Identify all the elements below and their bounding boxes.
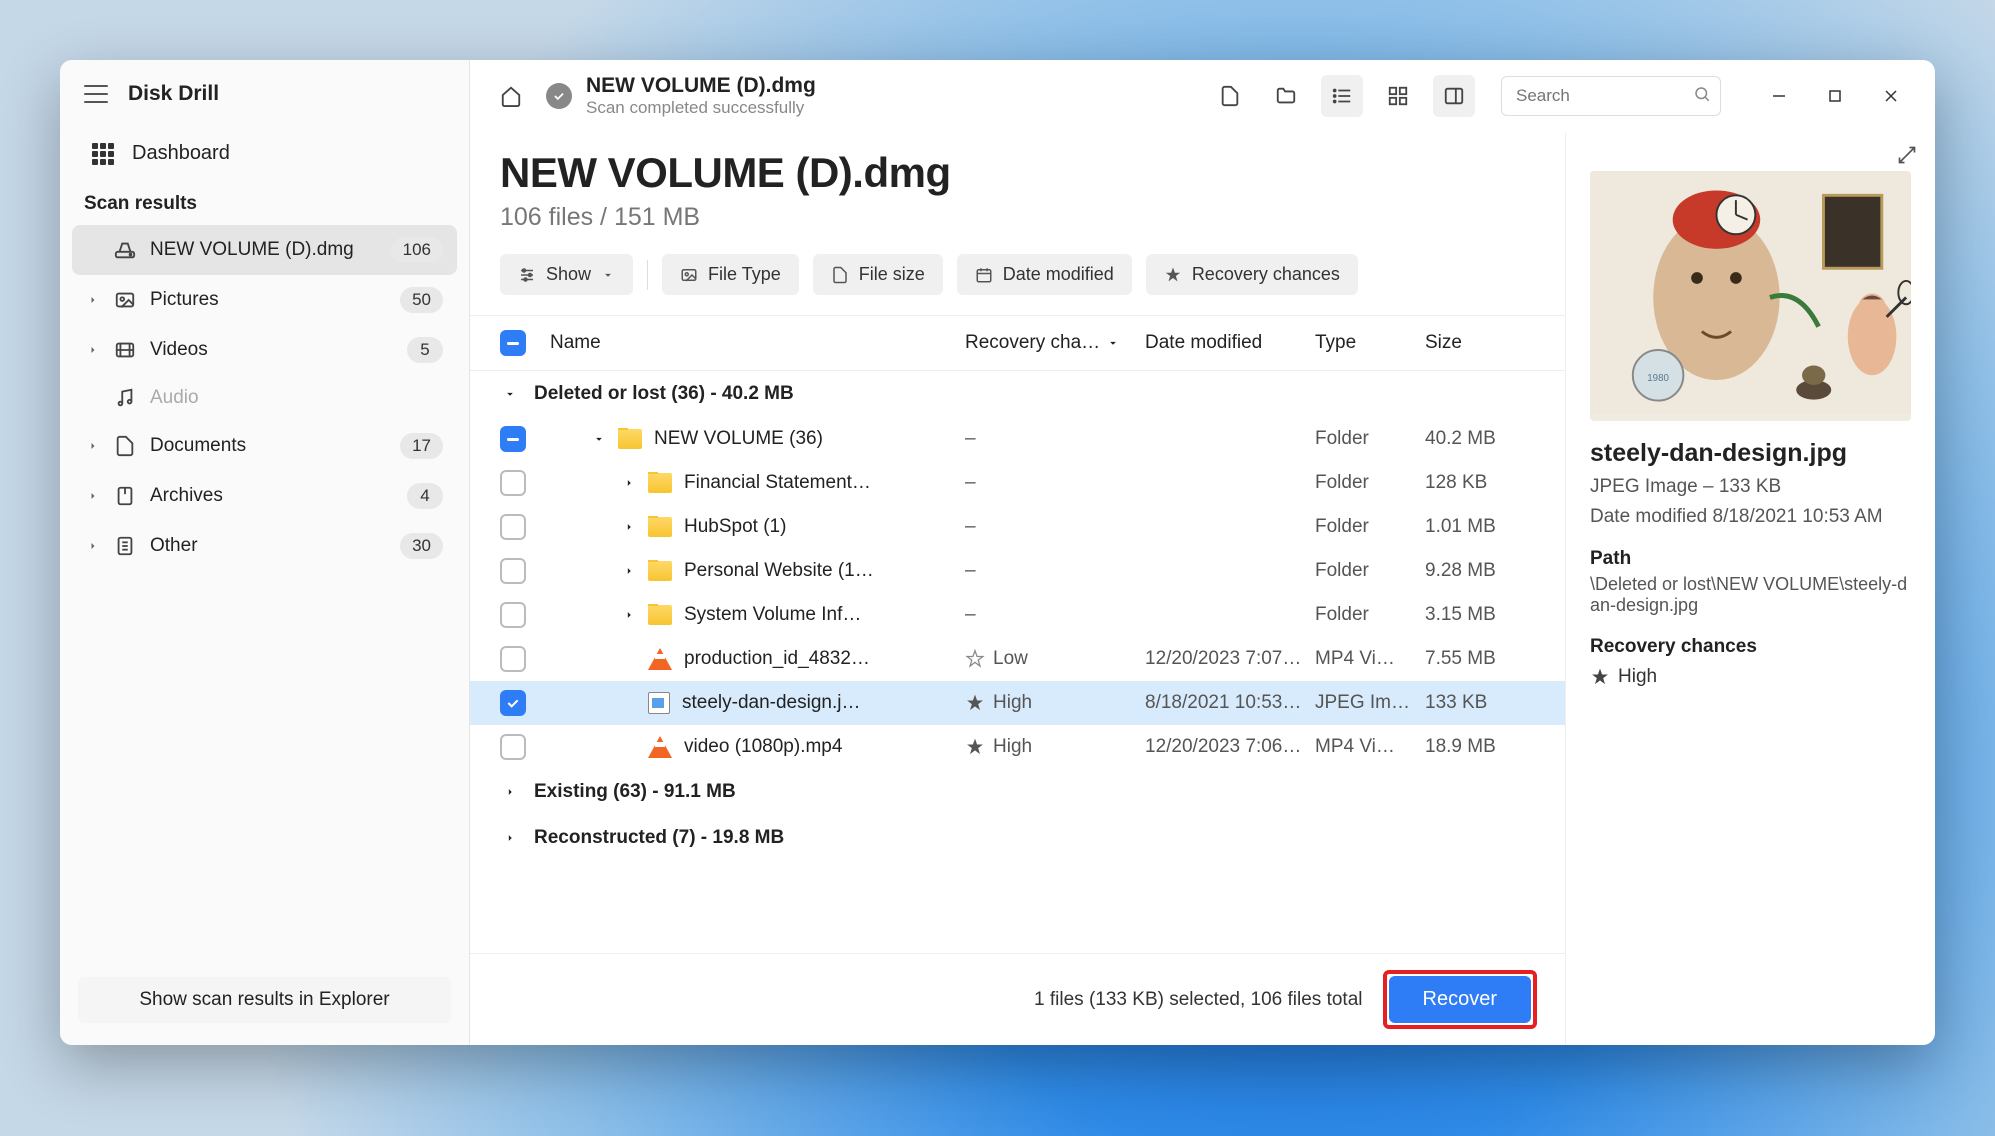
sidebar-item-videos[interactable]: Videos5 bbox=[72, 325, 457, 375]
group-deleted[interactable]: Deleted or lost (36) - 40.2 MB bbox=[500, 371, 1535, 417]
file-tree: Deleted or lost (36) - 40.2 MB NEW VOLUM… bbox=[470, 371, 1565, 953]
row-checkbox[interactable] bbox=[500, 514, 526, 540]
audio-icon bbox=[114, 387, 136, 409]
topbar-title: NEW VOLUME (D).dmg bbox=[586, 74, 816, 98]
preview-title: steely-dan-design.jpg bbox=[1590, 439, 1911, 468]
main-panel: NEW VOLUME (D).dmg Scan completed succes… bbox=[470, 60, 1935, 1045]
volume-title: NEW VOLUME (D).dmg bbox=[500, 149, 1535, 197]
menu-icon[interactable] bbox=[84, 85, 108, 103]
minimize-button[interactable] bbox=[1755, 75, 1803, 117]
file-row[interactable]: video (1080p).mp4High12/20/2023 7:06…MP4… bbox=[500, 725, 1535, 769]
sidebar-item-new-volume-d-dmg[interactable]: NEW VOLUME (D).dmg106 bbox=[72, 225, 457, 275]
group-reconstructed[interactable]: Reconstructed (7) - 19.8 MB bbox=[500, 815, 1535, 861]
folder-icon[interactable] bbox=[1265, 75, 1307, 117]
app-window: Disk Drill Dashboard Scan results NEW VO… bbox=[60, 60, 1935, 1045]
topbar: NEW VOLUME (D).dmg Scan completed succes… bbox=[470, 60, 1935, 133]
row-checkbox[interactable] bbox=[500, 558, 526, 584]
doc-icon bbox=[114, 435, 136, 457]
home-icon[interactable] bbox=[490, 75, 532, 117]
sidebar-toggle-icon[interactable] bbox=[1433, 75, 1475, 117]
search-box[interactable] bbox=[1501, 76, 1721, 116]
sidebar-item-audio[interactable]: Audio bbox=[72, 375, 457, 421]
file-type-filter[interactable]: File Type bbox=[662, 254, 799, 295]
preview-path: \Deleted or lost\NEW VOLUME\steely-dan-d… bbox=[1590, 574, 1911, 616]
preview-rc-heading: Recovery chances bbox=[1590, 636, 1911, 658]
maximize-button[interactable] bbox=[1811, 75, 1859, 117]
row-checkbox[interactable] bbox=[500, 426, 526, 452]
app-title: Disk Drill bbox=[128, 82, 219, 106]
col-size[interactable]: Size bbox=[1425, 332, 1535, 354]
topbar-subtitle: Scan completed successfully bbox=[586, 98, 816, 118]
file-row[interactable]: NEW VOLUME (36)–Folder40.2 MB bbox=[500, 417, 1535, 461]
file-icon[interactable] bbox=[1209, 75, 1251, 117]
recovery-chances-filter[interactable]: Recovery chances bbox=[1146, 254, 1358, 295]
column-headers: Name Recovery cha… Date modified Type Si… bbox=[470, 316, 1565, 371]
file-row[interactable]: Financial Statement…–Folder128 KB bbox=[500, 461, 1535, 505]
col-type[interactable]: Type bbox=[1315, 332, 1425, 354]
preview-meta-date: Date modified 8/18/2021 10:53 AM bbox=[1590, 506, 1911, 528]
drive-icon bbox=[114, 239, 136, 261]
sidebar-item-pictures[interactable]: Pictures50 bbox=[72, 275, 457, 325]
row-checkbox[interactable] bbox=[500, 646, 526, 672]
star-icon bbox=[1590, 667, 1610, 687]
file-row[interactable]: steely-dan-design.j…High8/18/2021 10:53…… bbox=[470, 681, 1565, 725]
preview-path-heading: Path bbox=[1590, 548, 1911, 570]
close-button[interactable] bbox=[1867, 75, 1915, 117]
status-check-icon bbox=[546, 83, 572, 109]
sidebar-item-documents[interactable]: Documents17 bbox=[72, 421, 457, 471]
group-existing[interactable]: Existing (63) - 91.1 MB bbox=[500, 769, 1535, 815]
volume-subtitle: 106 files / 151 MB bbox=[500, 203, 1535, 232]
row-checkbox[interactable] bbox=[500, 602, 526, 628]
row-checkbox[interactable] bbox=[500, 690, 526, 716]
file-row[interactable]: HubSpot (1)–Folder1.01 MB bbox=[500, 505, 1535, 549]
col-name[interactable]: Name bbox=[550, 332, 965, 354]
preview-panel: 1980 steely-dan-design.jpg JPEG Image – … bbox=[1565, 133, 1935, 1045]
recover-button[interactable]: Recover bbox=[1389, 976, 1531, 1023]
show-in-explorer-button[interactable]: Show scan results in Explorer bbox=[78, 977, 451, 1023]
file-row[interactable]: Personal Website (1…–Folder9.28 MB bbox=[500, 549, 1535, 593]
file-size-filter[interactable]: File size bbox=[813, 254, 943, 295]
list-view-icon[interactable] bbox=[1321, 75, 1363, 117]
archive-icon bbox=[114, 485, 136, 507]
dashboard-label: Dashboard bbox=[132, 142, 230, 165]
preview-rc: High bbox=[1618, 666, 1657, 688]
sidebar-item-archives[interactable]: Archives4 bbox=[72, 471, 457, 521]
file-row[interactable]: production_id_4832…Low12/20/2023 7:07…MP… bbox=[500, 637, 1535, 681]
svg-text:1980: 1980 bbox=[1647, 373, 1669, 384]
grid-icon bbox=[92, 143, 114, 165]
file-row[interactable]: System Volume Inf…–Folder3.15 MB bbox=[500, 593, 1535, 637]
col-date[interactable]: Date modified bbox=[1145, 332, 1315, 354]
video-icon bbox=[114, 339, 136, 361]
select-all-checkbox[interactable] bbox=[500, 330, 526, 356]
sidebar: Disk Drill Dashboard Scan results NEW VO… bbox=[60, 60, 470, 1045]
show-filter[interactable]: Show bbox=[500, 254, 633, 295]
file-list: NEW VOLUME (D).dmg 106 files / 151 MB Sh… bbox=[470, 133, 1565, 1045]
date-modified-filter[interactable]: Date modified bbox=[957, 254, 1132, 295]
search-input[interactable] bbox=[1501, 76, 1721, 116]
status-text: 1 files (133 KB) selected, 106 files tot… bbox=[1034, 989, 1362, 1011]
statusbar: 1 files (133 KB) selected, 106 files tot… bbox=[470, 953, 1565, 1045]
popout-icon[interactable] bbox=[1897, 145, 1917, 170]
col-recovery[interactable]: Recovery cha… bbox=[965, 332, 1145, 354]
sidebar-section-label: Scan results bbox=[72, 179, 457, 225]
sidebar-item-other[interactable]: Other30 bbox=[72, 521, 457, 571]
row-checkbox[interactable] bbox=[500, 470, 526, 496]
grid-view-icon[interactable] bbox=[1377, 75, 1419, 117]
preview-image: 1980 bbox=[1590, 171, 1911, 421]
other-icon bbox=[114, 535, 136, 557]
sidebar-dashboard[interactable]: Dashboard bbox=[72, 128, 457, 179]
row-checkbox[interactable] bbox=[500, 734, 526, 760]
search-icon bbox=[1693, 85, 1711, 103]
preview-meta-type: JPEG Image – 133 KB bbox=[1590, 476, 1911, 498]
image-icon bbox=[114, 289, 136, 311]
